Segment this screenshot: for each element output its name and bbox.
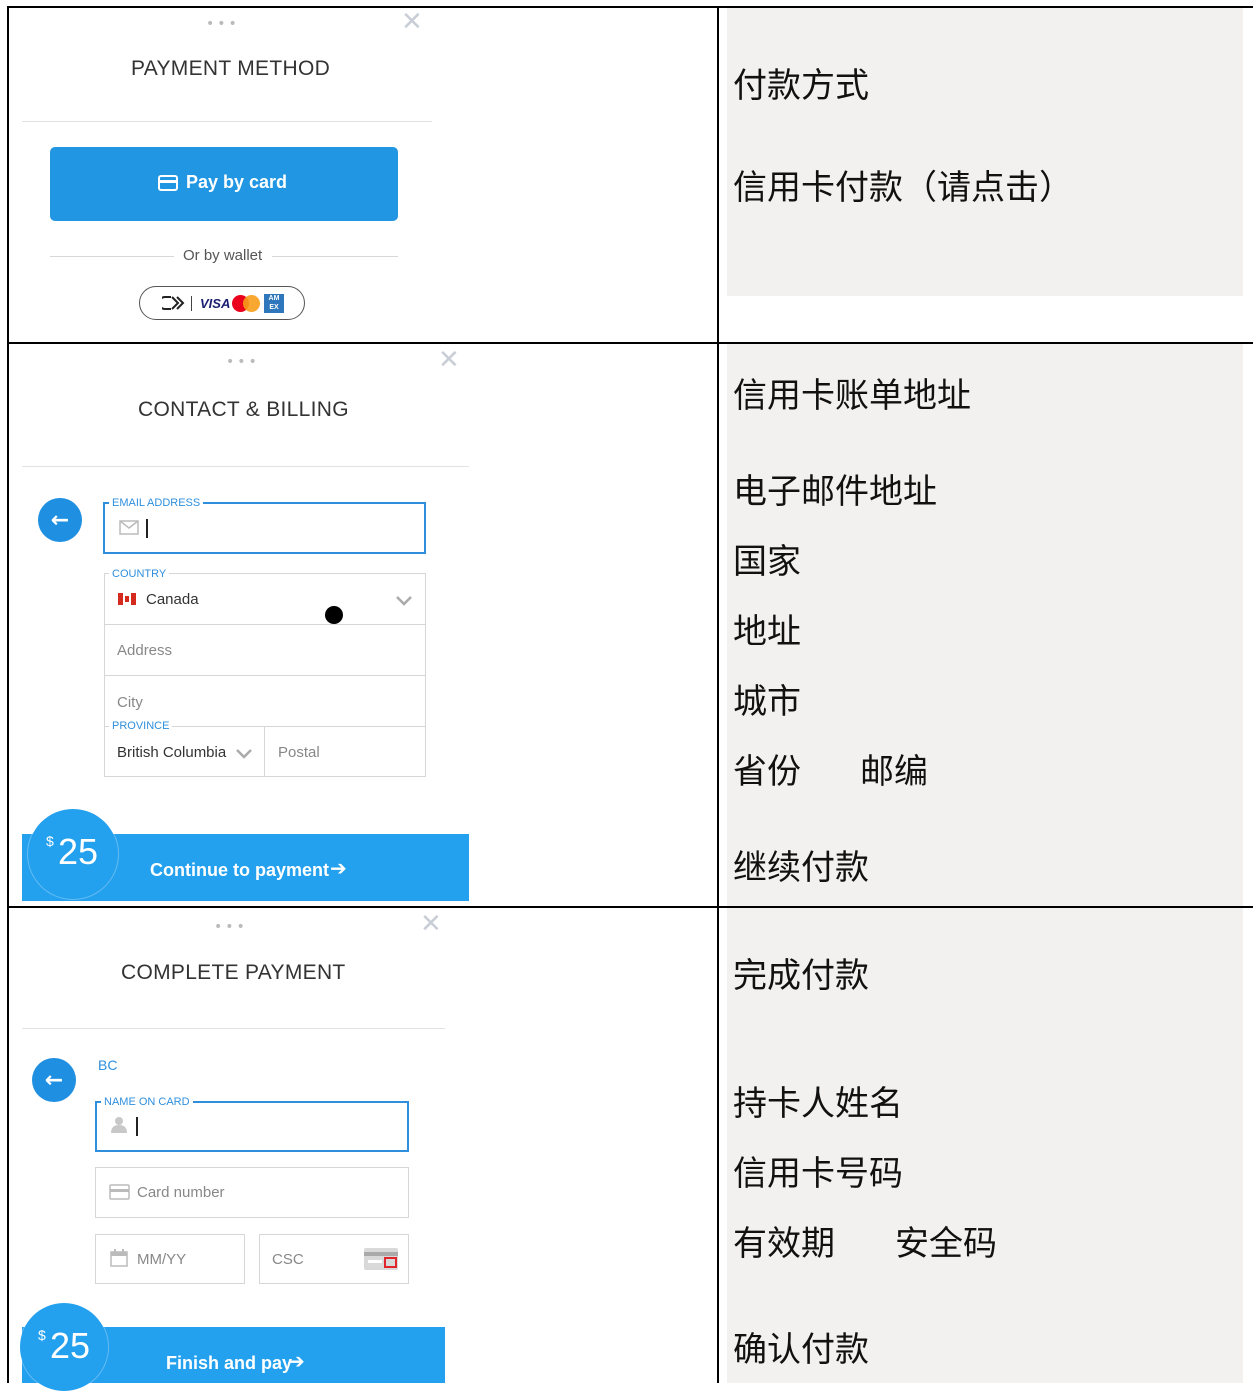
price-badge: $ 25: [20, 1303, 108, 1391]
canada-flag-icon: [118, 593, 136, 605]
table-border-left: [7, 6, 9, 1383]
zh-postal: 邮编: [860, 752, 928, 792]
credit-card-icon: [158, 175, 178, 191]
text-cursor: [136, 1117, 138, 1136]
user-icon: [111, 1117, 127, 1133]
province-summary[interactable]: BC: [98, 1057, 117, 1073]
page-title: CONTACT & BILLING: [138, 398, 349, 421]
wallet-divider-left: [50, 256, 174, 257]
price-currency: $: [38, 1327, 46, 1343]
wallet-button[interactable]: VISA AM EX: [139, 286, 305, 320]
continue-label: Continue to payment: [150, 860, 329, 880]
divider: [22, 466, 469, 467]
visa-logo-text: VISA: [200, 296, 231, 311]
zh-complete-payment: 完成付款: [733, 956, 869, 996]
expiry-input[interactable]: MM/YY: [95, 1234, 245, 1284]
price-currency: $: [46, 833, 54, 849]
pay-by-card-label: Pay by card: [186, 172, 288, 192]
chevron-down-icon: [396, 596, 412, 606]
click-to-pay-icon: [162, 296, 185, 310]
zh-card-number: 信用卡号码: [733, 1154, 903, 1194]
arrow-right-icon: ➔: [288, 1349, 305, 1373]
address-placeholder: Address: [117, 642, 173, 659]
address-input[interactable]: Address: [104, 624, 426, 676]
zh-province: 省份: [733, 752, 801, 792]
name-on-card-label: NAME ON CARD: [101, 1096, 193, 1108]
zh-cardholder-name: 持卡人姓名: [733, 1084, 903, 1124]
drag-handle-dots[interactable]: •••: [206, 16, 240, 32]
csc-placeholder: CSC: [272, 1251, 304, 1268]
zh-csc: 安全码: [895, 1224, 997, 1264]
province-label: PROVINCE: [109, 720, 173, 732]
csc-input[interactable]: CSC: [259, 1234, 409, 1284]
country-value: Canada: [146, 591, 199, 608]
zh-continue: 继续付款: [733, 848, 869, 888]
postal-input[interactable]: Postal: [264, 726, 426, 777]
mouse-pointer-dot: [325, 606, 343, 624]
finish-label: Finish and pay: [166, 1353, 293, 1373]
card-number-input[interactable]: Card number: [95, 1167, 409, 1218]
city-placeholder: City: [117, 694, 143, 711]
price-badge: $ 25: [28, 809, 118, 899]
pay-by-card-button[interactable]: Pay by card: [50, 147, 398, 221]
divider: [22, 1028, 445, 1029]
price-amount: 25: [50, 1325, 91, 1366]
back-arrow-icon[interactable]: ←: [38, 498, 82, 542]
name-on-card-field[interactable]: [95, 1101, 409, 1152]
card-security-code-icon: [364, 1248, 398, 1270]
envelope-icon: [119, 520, 139, 535]
zh-pay-by-card: 信用卡付款（请点击）: [733, 168, 1073, 208]
back-arrow-icon[interactable]: ←: [32, 1058, 76, 1102]
zh-country: 国家: [733, 542, 801, 582]
chevron-down-icon: [236, 749, 252, 759]
drag-handle-dots[interactable]: •••: [214, 919, 248, 935]
postal-placeholder: Postal: [278, 744, 320, 761]
email-label: EMAIL ADDRESS: [109, 497, 204, 509]
country-label: COUNTRY: [109, 568, 170, 580]
zh-billing-address: 信用卡账单地址: [733, 376, 971, 416]
country-select[interactable]: Canada: [104, 573, 426, 625]
calendar-icon: [110, 1249, 128, 1267]
table-divider-vertical: [717, 6, 719, 1383]
zh-payment-method: 付款方式: [733, 66, 869, 106]
mastercard-logo: [232, 295, 260, 312]
zh-expiry: 有效期: [733, 1224, 835, 1264]
page-title: PAYMENT METHOD: [131, 57, 331, 80]
card-number-placeholder: Card number: [137, 1184, 225, 1201]
or-by-wallet-label: Or by wallet: [183, 247, 263, 264]
text-cursor: [146, 519, 148, 538]
credit-card-icon: [109, 1184, 130, 1200]
wallet-divider-right: [272, 256, 398, 257]
email-field[interactable]: [103, 502, 426, 554]
close-icon[interactable]: ✕: [401, 9, 423, 35]
close-icon[interactable]: ✕: [420, 911, 442, 937]
zh-address: 地址: [733, 612, 801, 652]
zh-confirm-payment: 确认付款: [733, 1330, 869, 1370]
zh-city: 城市: [733, 682, 801, 722]
province-value: British Columbia: [117, 744, 227, 761]
zh-email: 电子邮件地址: [733, 472, 937, 512]
amex-logo: AM EX: [264, 294, 284, 313]
drag-handle-dots[interactable]: •••: [226, 354, 260, 370]
panel2-translation: [727, 344, 1243, 906]
close-icon[interactable]: ✕: [438, 347, 460, 373]
arrow-right-icon: ➔: [330, 856, 347, 880]
separator: [191, 296, 192, 311]
province-select[interactable]: British Columbia: [104, 726, 265, 777]
expiry-placeholder: MM/YY: [137, 1251, 187, 1268]
panel1-translation: [727, 8, 1243, 296]
page-title: COMPLETE PAYMENT: [121, 961, 346, 984]
divider: [22, 121, 432, 122]
price-amount: 25: [58, 831, 99, 872]
